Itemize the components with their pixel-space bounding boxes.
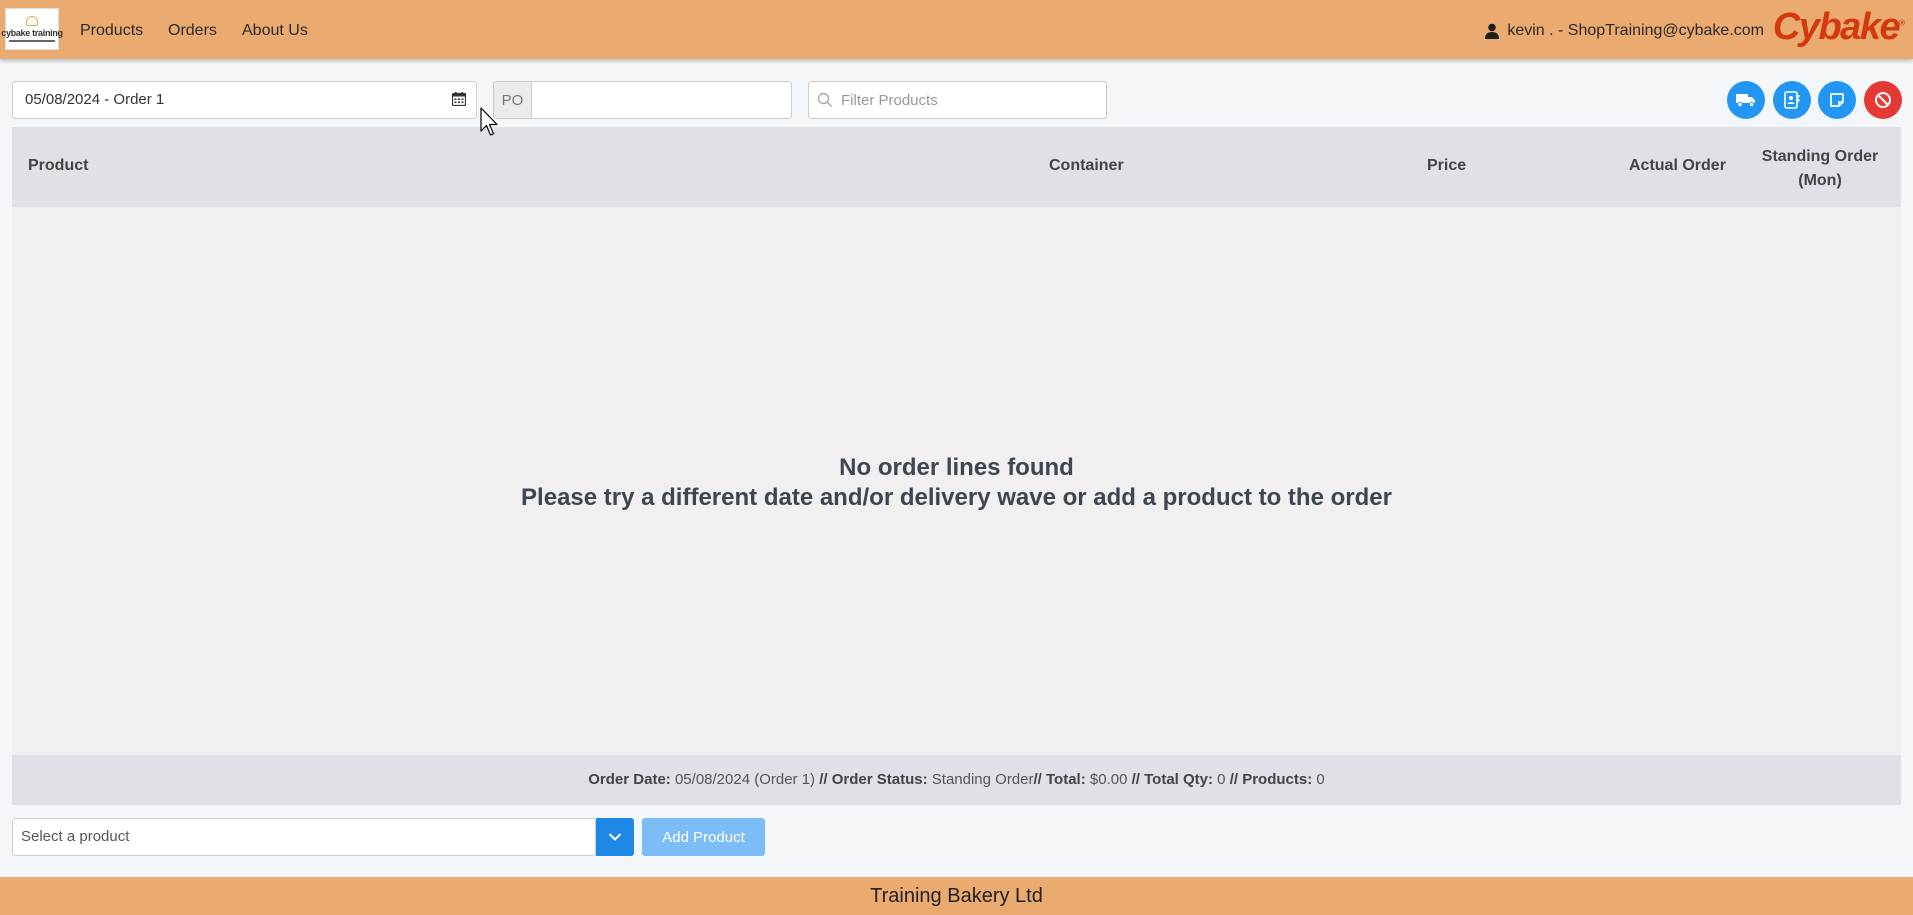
total-qty-label: // Total Qty:: [1131, 771, 1213, 788]
user-label: kevin . - ShopTraining@cybake.com: [1507, 22, 1764, 39]
mouse-cursor-icon: [480, 107, 498, 136]
column-header-container[interactable]: Container: [1049, 157, 1124, 175]
note-icon: [1830, 93, 1844, 107]
customer-details-button[interactable]: [1773, 81, 1811, 119]
total-qty-value: 0: [1217, 771, 1226, 788]
order-summary-bar: Order Date: 05/08/2024 (Order 1) // Orde…: [12, 755, 1901, 805]
chef-hat-icon: [26, 16, 38, 26]
search-icon: [817, 92, 833, 108]
total-value: $0.00: [1089, 771, 1128, 788]
products-count-label: // Products:: [1229, 771, 1313, 788]
top-navbar: cybake training Products Orders About Us…: [0, 0, 1913, 59]
product-select-toggle[interactable]: [596, 818, 634, 856]
total-label: // Total:: [1033, 771, 1086, 788]
cancel-order-button[interactable]: [1864, 81, 1902, 119]
order-status-value: Standing Order: [931, 771, 1034, 788]
product-select[interactable]: Select a product: [12, 818, 596, 856]
cybake-training-logo[interactable]: cybake training: [1, 8, 63, 50]
column-header-price[interactable]: Price: [1427, 157, 1466, 175]
standing-order-day: (Mon): [1798, 172, 1842, 189]
column-header-actual-order[interactable]: Actual Order: [1629, 157, 1726, 175]
filter-products-group: [808, 81, 1107, 119]
user-icon: [1485, 23, 1500, 39]
order-status-label: // Order Status:: [819, 771, 928, 788]
nav-about-us[interactable]: About Us: [242, 22, 308, 40]
calendar-icon[interactable]: [452, 92, 466, 106]
contact-card-icon: [1784, 91, 1800, 109]
empty-state-message: No order lines found Please try a differ…: [12, 453, 1901, 513]
po-field-group: PO: [493, 81, 792, 119]
order-lines-table-header: Product Container Price Actual Order Sta…: [12, 127, 1901, 207]
filter-products-input[interactable]: [833, 82, 1106, 118]
user-account[interactable]: kevin . - ShopTraining@cybake.com: [1485, 22, 1764, 40]
standing-order-label: Standing Order: [1761, 148, 1879, 165]
column-header-product[interactable]: Product: [28, 157, 88, 175]
order-notes-button[interactable]: [1818, 81, 1856, 119]
column-header-standing-order[interactable]: Standing Order (Mon): [1760, 145, 1880, 193]
po-input[interactable]: [532, 82, 791, 118]
footer: Training Bakery Ltd: [0, 877, 1913, 915]
order-date-value: 05/08/2024 - Order 1: [25, 91, 165, 108]
cybake-brand-logo: Cybake®: [1772, 6, 1905, 48]
logo-text: cybake training: [1, 28, 63, 38]
order-date-picker[interactable]: 05/08/2024 - Order 1: [12, 81, 477, 119]
add-product-button[interactable]: Add Product: [642, 818, 765, 856]
cancel-icon: [1875, 92, 1891, 108]
nav-orders[interactable]: Orders: [168, 22, 217, 40]
empty-state-title: No order lines found: [839, 454, 1074, 481]
chevron-down-icon: [608, 833, 622, 841]
nav-products[interactable]: Products: [80, 22, 143, 40]
company-name: Training Bakery Ltd: [870, 885, 1043, 907]
products-count-value: 0: [1316, 771, 1325, 788]
order-date-summary-value: 05/08/2024 (Order 1): [674, 771, 816, 788]
truck-icon: [1736, 94, 1755, 108]
order-lines-table-body: No order lines found Please try a differ…: [12, 207, 1901, 755]
delivery-button[interactable]: [1727, 81, 1765, 119]
order-date-label: Order Date:: [588, 771, 671, 788]
empty-state-hint: Please try a different date and/or deliv…: [521, 484, 1392, 511]
